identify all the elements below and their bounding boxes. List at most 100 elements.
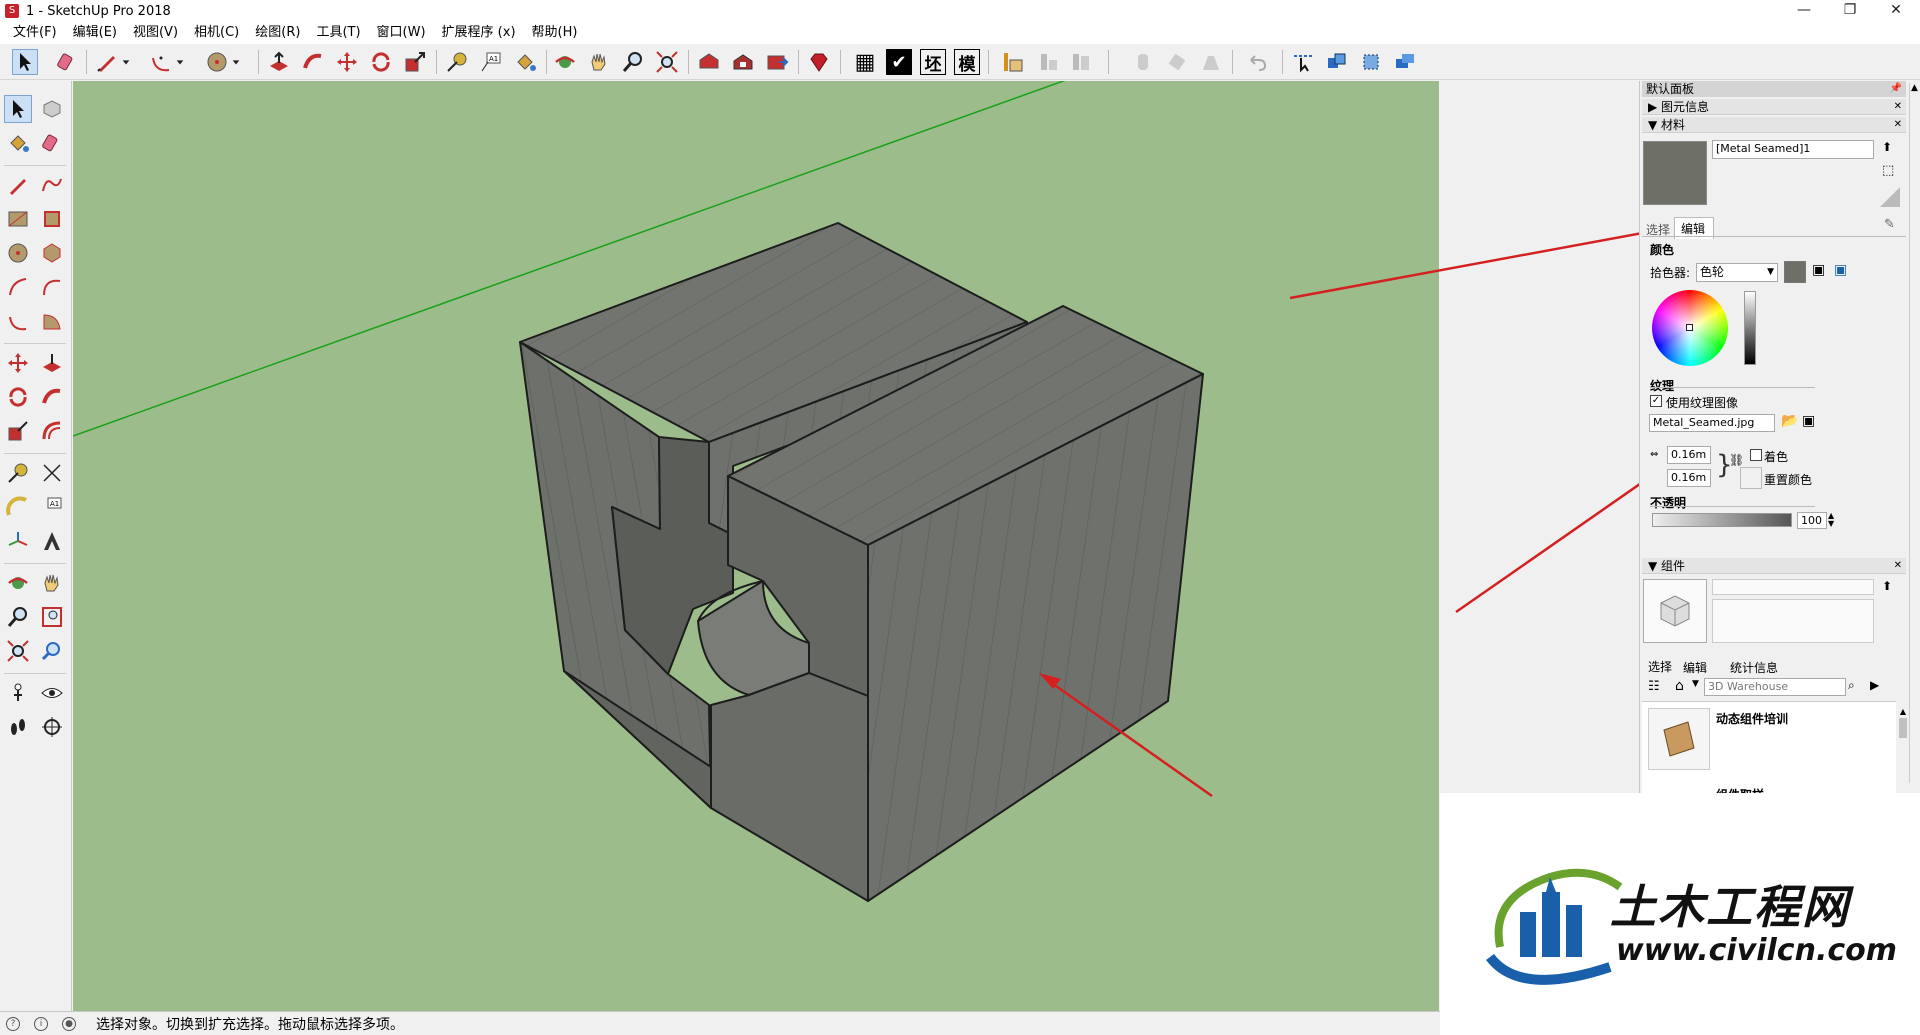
opacity-slider[interactable] — [1652, 513, 1792, 527]
colorize-checkbox[interactable] — [1750, 449, 1762, 461]
arc-icon[interactable] — [148, 49, 174, 75]
menu-tools[interactable]: 工具(T) — [308, 22, 368, 44]
use-texture-checkbox[interactable]: ✓ — [1650, 395, 1662, 407]
offset-icon[interactable] — [38, 417, 66, 445]
close-icon[interactable]: ✕ — [1894, 117, 1902, 133]
chevron-down-icon[interactable] — [120, 49, 132, 75]
push-pull-icon[interactable] — [266, 49, 292, 75]
scale-icon[interactable] — [4, 417, 32, 445]
lock-aspect-icon[interactable]: ⛓ — [1729, 453, 1744, 467]
minimize-button[interactable]: — — [1781, 0, 1827, 22]
ruby-icon[interactable] — [806, 49, 832, 75]
details-icon[interactable]: ▶ — [1870, 678, 1879, 692]
sample-paint-icon[interactable] — [1880, 187, 1900, 207]
toolbar-label-1[interactable]: 坯 — [920, 49, 946, 75]
reset-color-button[interactable] — [1740, 467, 1762, 489]
component-preview[interactable] — [1643, 579, 1707, 643]
browse-folder-icon[interactable]: 📂 — [1781, 413, 1798, 429]
zoom-extents-icon[interactable] — [4, 637, 32, 665]
pie-icon[interactable] — [38, 307, 66, 335]
section-plane-icon[interactable] — [1290, 49, 1316, 75]
follow-me-icon[interactable] — [38, 383, 66, 411]
eraser-icon[interactable] — [54, 49, 80, 75]
texture-height-field[interactable]: 0.16m — [1667, 469, 1711, 487]
section-plane-icon[interactable] — [38, 713, 66, 741]
orbit-icon[interactable] — [552, 49, 578, 75]
component-description-field[interactable] — [1712, 599, 1874, 643]
3d-text-icon[interactable] — [38, 527, 66, 555]
scroll-up-icon[interactable]: ▲ — [1897, 707, 1909, 716]
paint-bucket-icon[interactable] — [4, 129, 32, 157]
select-icon[interactable] — [12, 49, 38, 75]
close-icon[interactable]: ✕ — [1894, 558, 1902, 574]
dynamic-component-thumb[interactable] — [1648, 708, 1710, 770]
texture-width-field[interactable]: 0.16m — [1667, 446, 1711, 464]
dimension-icon[interactable] — [38, 459, 66, 487]
menu-view[interactable]: 视图(V) — [125, 22, 186, 44]
materials-header[interactable]: ▼ 材料 ✕ — [1642, 117, 1906, 133]
look-around-icon[interactable] — [38, 679, 66, 707]
check-icon[interactable]: ✔ — [886, 49, 912, 75]
home-icon[interactable]: ⌂ — [1675, 678, 1684, 694]
section-display-icon[interactable] — [1324, 49, 1350, 75]
protractor-icon[interactable] — [4, 493, 32, 521]
zoom-window-icon[interactable] — [38, 603, 66, 631]
warehouse-search-input[interactable]: 3D Warehouse — [1704, 678, 1846, 696]
menu-help[interactable]: 帮助(H) — [524, 22, 586, 44]
menu-file[interactable]: 文件(F) — [5, 22, 65, 44]
move-icon[interactable] — [334, 49, 360, 75]
menu-camera[interactable]: 相机(C) — [186, 22, 247, 44]
color-wheel[interactable] — [1652, 290, 1728, 366]
zoom-icon[interactable] — [4, 603, 32, 631]
tape-measure-icon[interactable] — [444, 49, 470, 75]
metal-seamed-block[interactable] — [519, 222, 1204, 902]
position-camera-icon[interactable] — [4, 679, 32, 707]
circle-icon[interactable] — [4, 239, 32, 267]
tape-measure-icon[interactable] — [4, 459, 32, 487]
components-header[interactable]: ▼ 组件 ✕ — [1642, 558, 1906, 574]
push-pull-icon[interactable] — [38, 349, 66, 377]
current-color-swatch[interactable] — [1784, 261, 1806, 283]
entity-info-header[interactable]: ▶ 图元信息 ✕ — [1642, 99, 1906, 115]
search-icon[interactable]: ⌕ — [1848, 678, 1855, 693]
close-icon[interactable]: ✕ — [1894, 99, 1902, 115]
tray-scrollbar[interactable]: ▲ — [1909, 83, 1919, 783]
select-icon[interactable] — [4, 95, 32, 123]
match-screen-color-icon[interactable]: ▣ — [1834, 262, 1847, 278]
extension-warehouse-icon[interactable] — [764, 49, 790, 75]
texture-file-field[interactable]: Metal_Seamed.jpg — [1649, 414, 1775, 432]
zoom-icon[interactable] — [620, 49, 646, 75]
rectangle-icon[interactable] — [4, 205, 32, 233]
eraser-icon[interactable] — [38, 129, 66, 157]
material-paint-icon[interactable]: ⬚ — [1882, 163, 1894, 178]
geo-location-icon[interactable]: ? — [6, 1016, 20, 1031]
three-point-arc-icon[interactable] — [4, 307, 32, 335]
freehand-icon[interactable] — [38, 171, 66, 199]
menu-draw[interactable]: 绘图(R) — [247, 22, 308, 44]
component-name-field[interactable] — [1712, 579, 1874, 595]
material-name-field[interactable]: [Metal Seamed]1 — [1712, 140, 1874, 159]
text-icon[interactable]: A1 — [478, 49, 504, 75]
rotate-icon[interactable] — [368, 49, 394, 75]
move-icon[interactable] — [4, 349, 32, 377]
zoom-extents-icon[interactable] — [654, 49, 680, 75]
material-preview-swatch[interactable] — [1643, 141, 1707, 205]
model-viewport[interactable] — [73, 81, 1439, 1011]
edit-texture-icon[interactable]: ▣ — [1802, 413, 1815, 429]
details-arrow-icon[interactable]: ⬆ — [1882, 579, 1892, 593]
scroll-up-icon[interactable]: ▲ — [1910, 83, 1919, 93]
make-component-icon[interactable] — [38, 95, 66, 123]
opacity-spinner[interactable]: ▲ ▼ — [1828, 512, 1834, 528]
pin-icon[interactable]: 📌 — [1890, 81, 1902, 97]
components-tab-edit[interactable]: 编辑 — [1683, 659, 1707, 676]
axes-icon[interactable] — [4, 527, 32, 555]
scale-icon[interactable] — [402, 49, 428, 75]
list-item[interactable]: 动态组件培训 — [1716, 710, 1788, 727]
rotate-icon[interactable] — [4, 383, 32, 411]
color-wheel-cursor[interactable] — [1686, 324, 1693, 331]
pencil-icon[interactable] — [94, 49, 120, 75]
opacity-value-field[interactable]: 100 — [1797, 512, 1827, 529]
table-icon[interactable]: ▦ — [852, 49, 878, 75]
text-icon[interactable]: A1 — [38, 493, 66, 521]
eyedropper-icon[interactable]: ✎ — [1884, 217, 1895, 232]
